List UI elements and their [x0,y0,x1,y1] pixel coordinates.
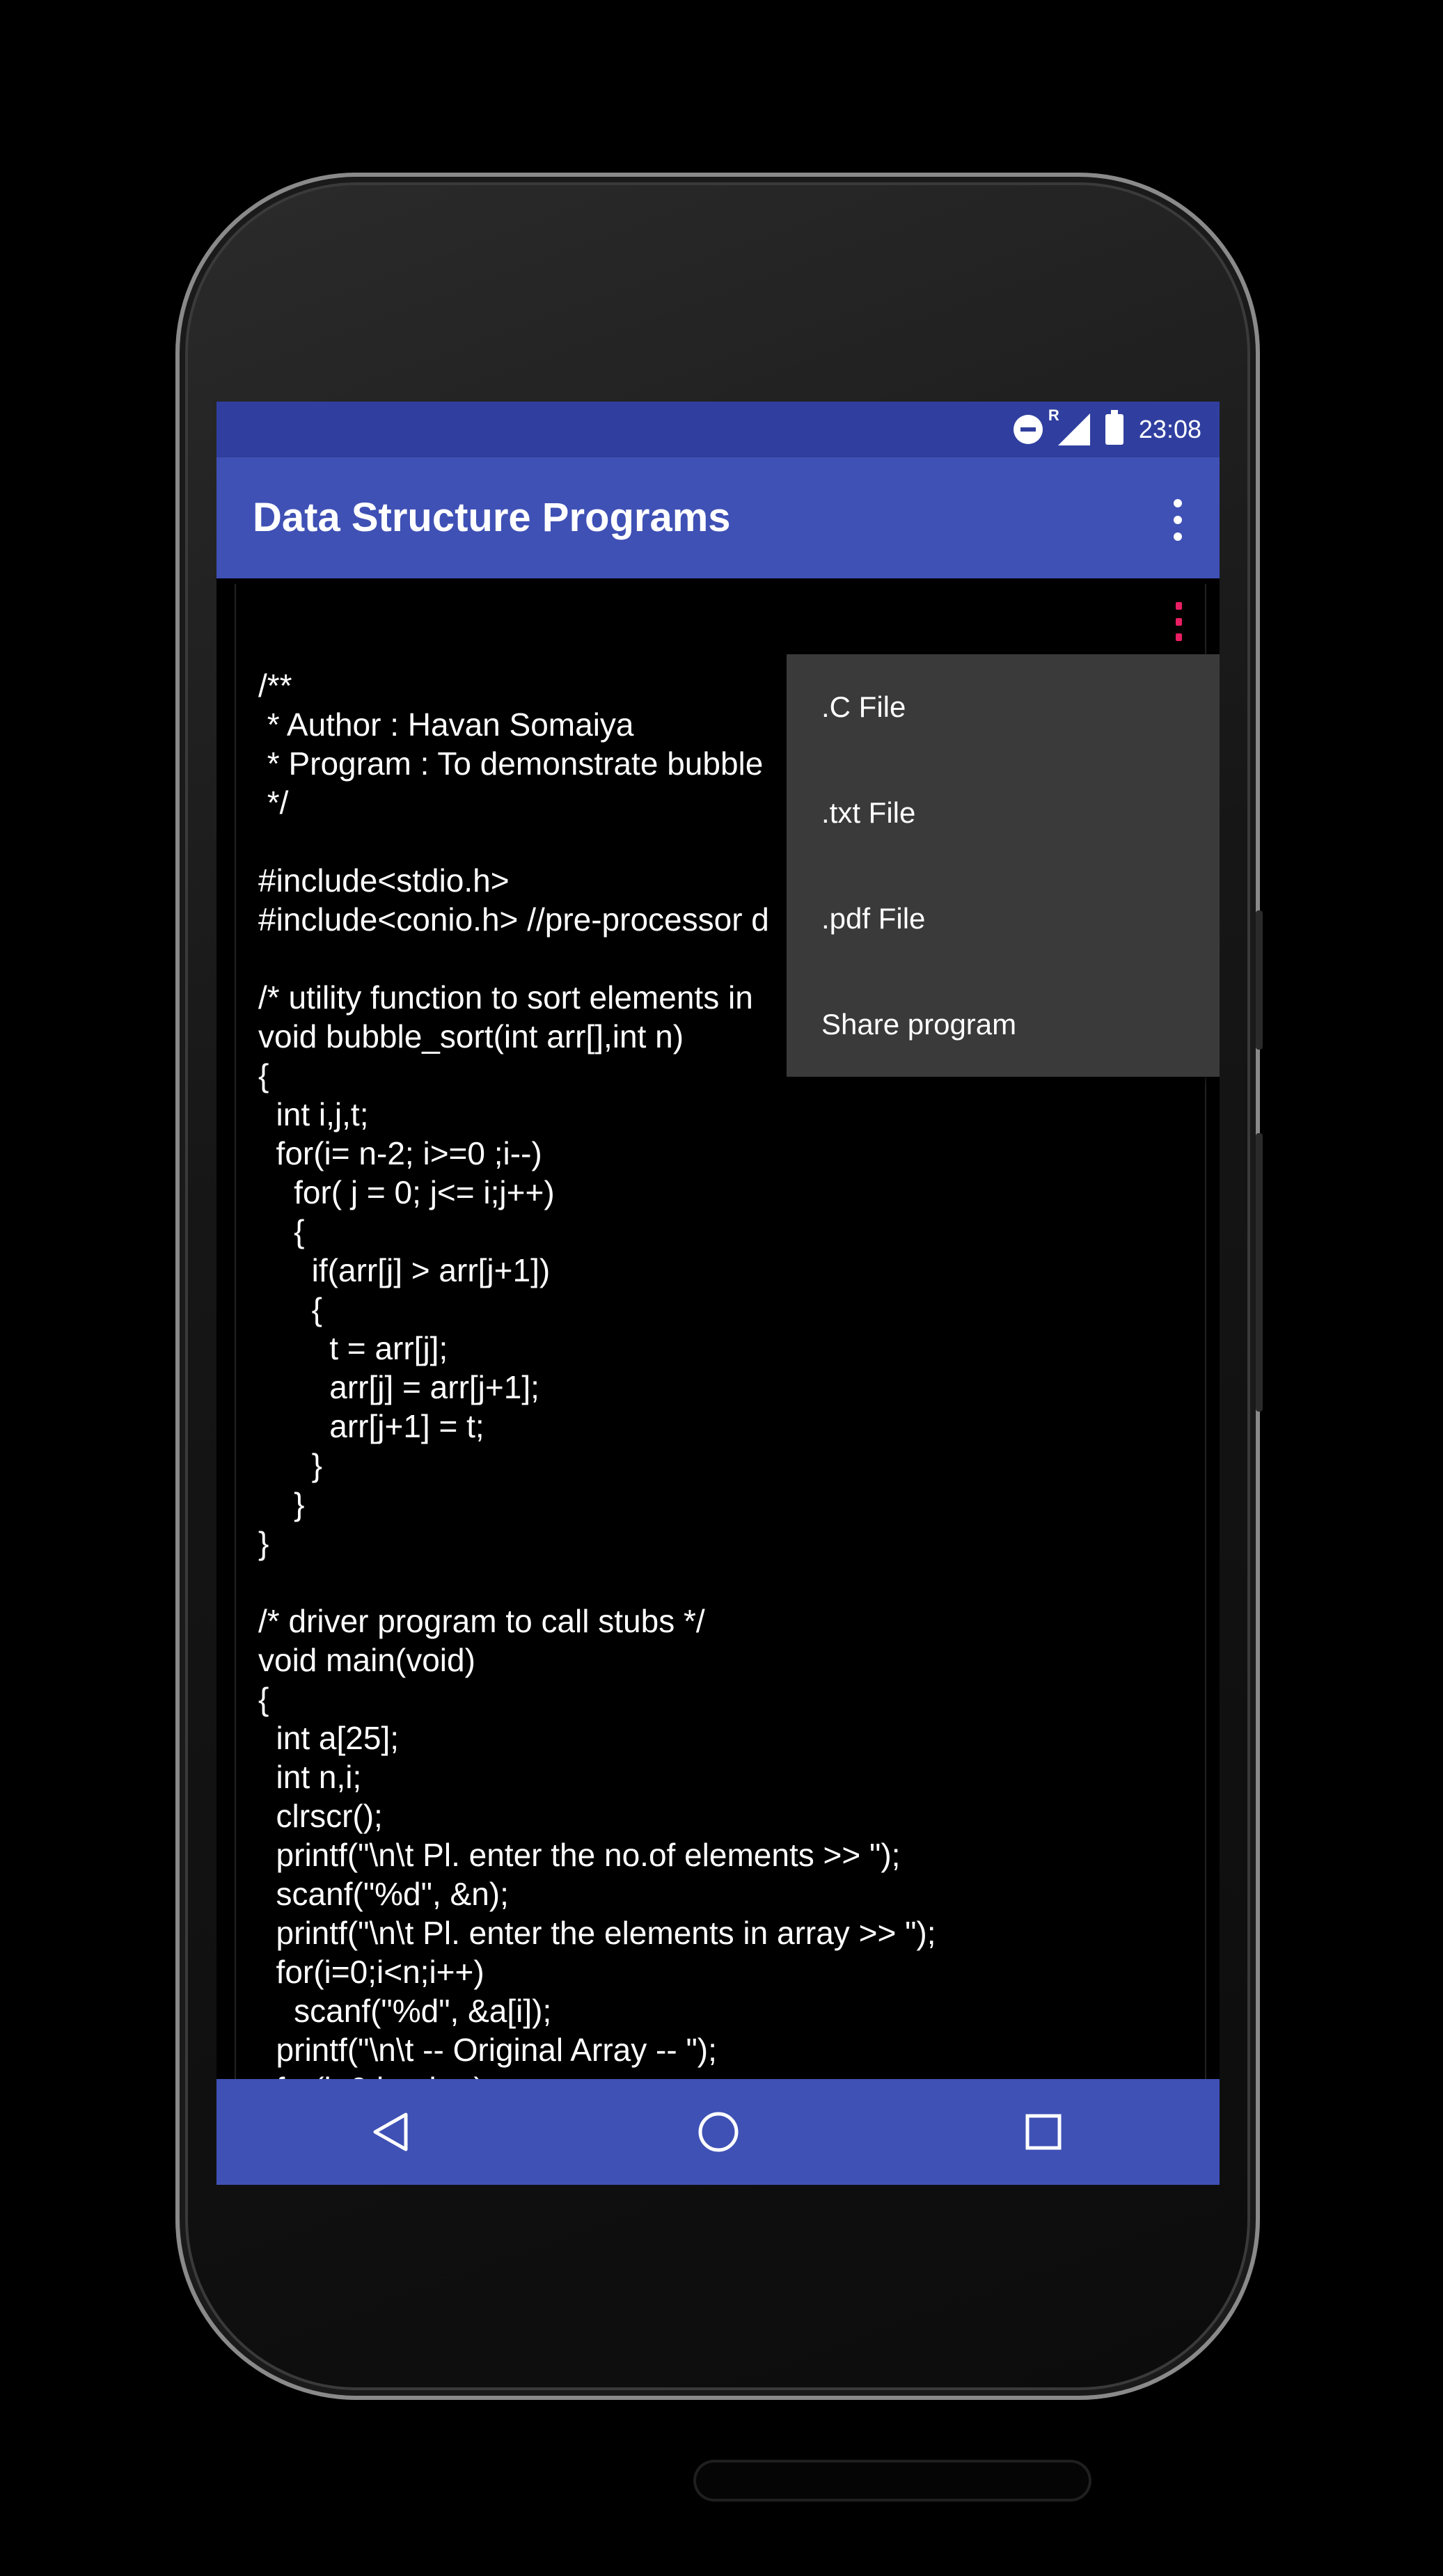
menu-item-share-program[interactable]: Share program [787,972,1220,1077]
recents-icon [1025,2114,1062,2150]
back-icon [373,2112,408,2151]
navigation-bar [216,2079,1220,2185]
battery-icon [1105,410,1123,445]
app-bar: Data Structure Programs [216,457,1220,578]
do-not-disturb-icon [1013,415,1043,444]
bottom-speaker [696,2463,1089,2499]
roaming-indicator: R [1048,406,1059,424]
more-vert-icon[interactable] [1169,499,1186,541]
screen: R 23:08 Data Structure Programs /** * Au… [216,402,1220,2185]
volume-button [1256,1133,1263,1412]
clock: 23:08 [1138,415,1201,443]
home-button[interactable] [663,2079,774,2185]
back-button[interactable] [335,2079,446,2185]
more-vert-icon[interactable] [1170,602,1187,641]
status-bar: R 23:08 [216,402,1220,457]
menu-item-c-file[interactable]: .C File [787,654,1220,760]
home-icon [698,2112,739,2152]
popup-menu: .C File .txt File .pdf File Share progra… [787,654,1220,1077]
menu-item-txt-file[interactable]: .txt File [787,760,1220,866]
app-title: Data Structure Programs [253,495,731,540]
signal-icon: R [1048,406,1090,445]
recents-button[interactable] [988,2079,1099,2185]
power-button [1256,910,1263,1050]
menu-item-pdf-file[interactable]: .pdf File [787,866,1220,972]
